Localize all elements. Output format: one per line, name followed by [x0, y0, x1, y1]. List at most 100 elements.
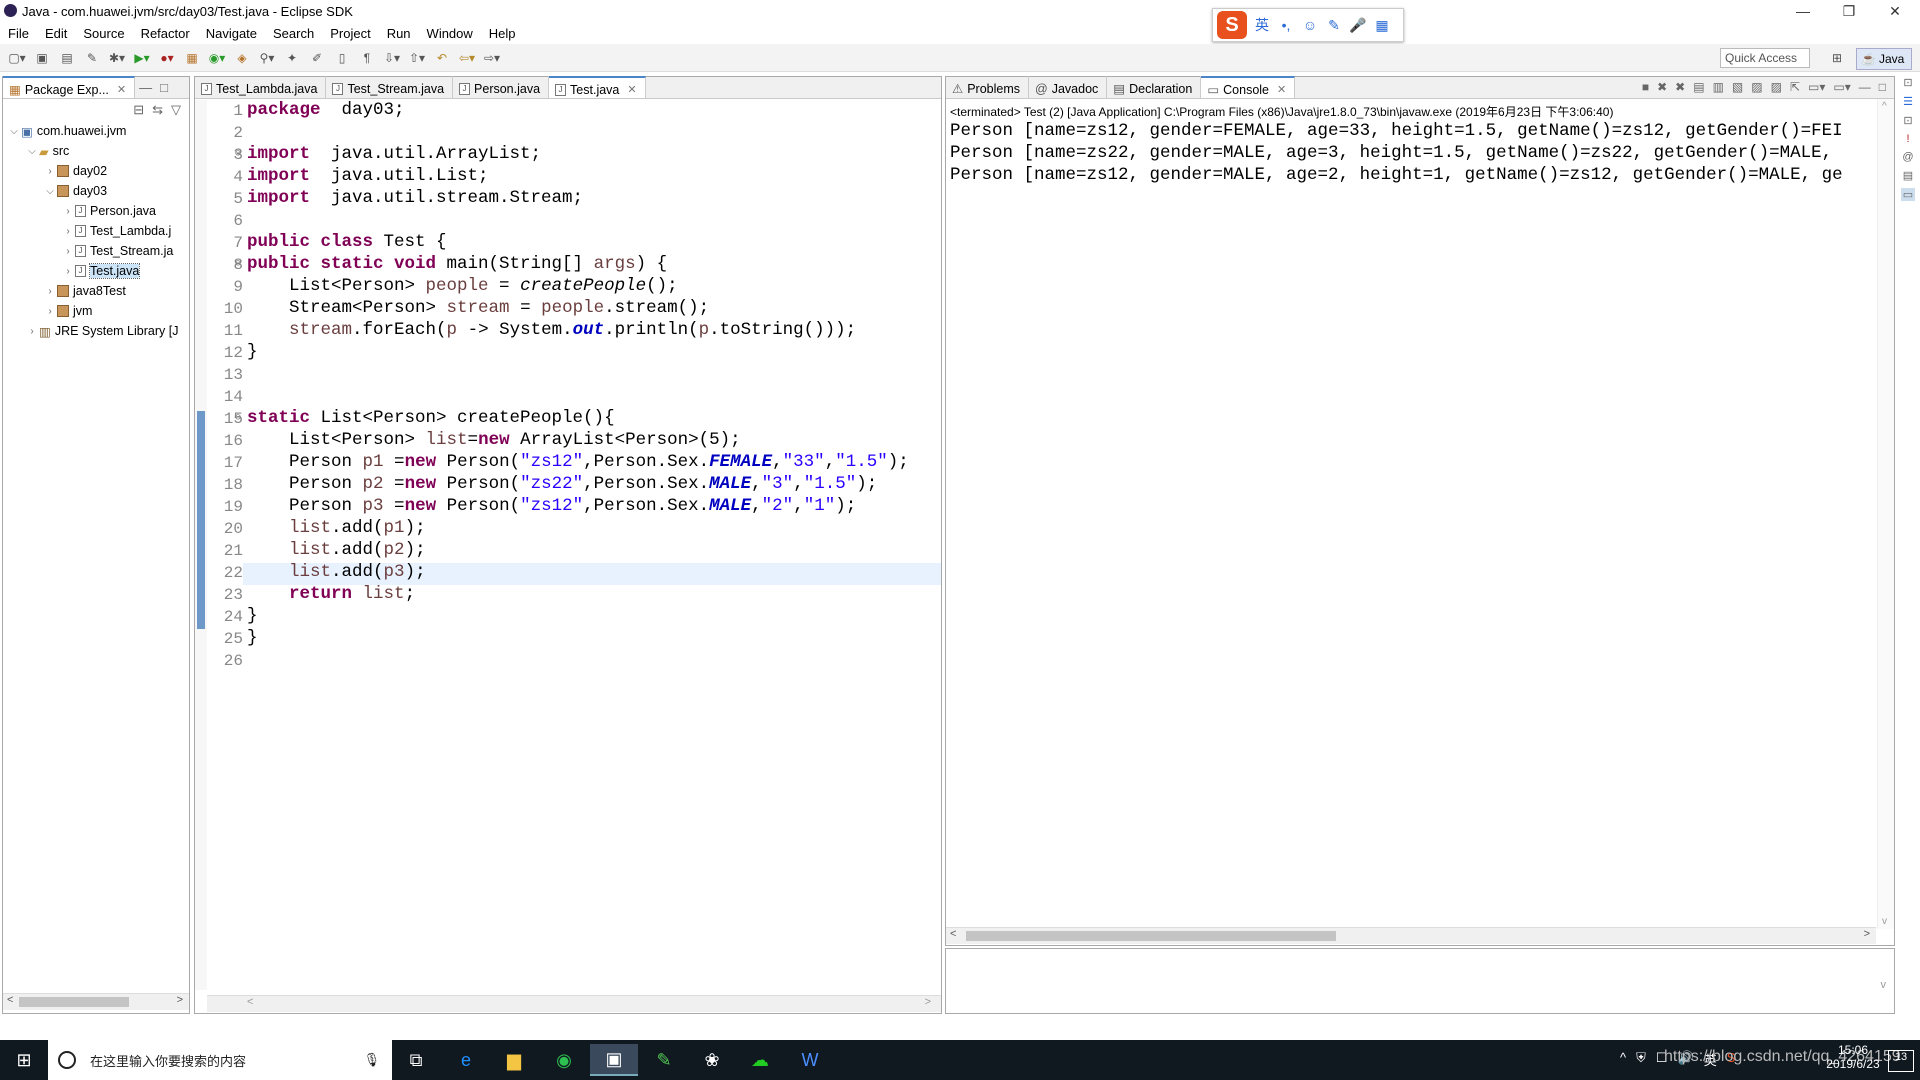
new-class-icon[interactable]: ◉▾	[206, 47, 228, 69]
console-horizontal-scrollbar[interactable]: < >	[946, 927, 1876, 944]
tray-chevron-icon[interactable]: ^	[1620, 1050, 1626, 1069]
tree-item[interactable]: › J Test.java	[61, 261, 141, 281]
run-icon[interactable]: ▶▾	[131, 47, 153, 69]
chevron-down-icon[interactable]: ⌵	[43, 186, 57, 197]
new-package-icon[interactable]: ▦	[181, 47, 203, 69]
maximize-view-icon[interactable]: □	[160, 80, 168, 95]
tree-item[interactable]: › J Person.java	[61, 201, 156, 221]
chevron-right-icon[interactable]: ›	[43, 306, 57, 317]
open-type-icon[interactable]: ◈	[231, 47, 253, 69]
next-annotation-icon[interactable]: ⇩▾	[381, 47, 403, 69]
restore-icon[interactable]: ⊡	[1903, 76, 1912, 89]
tree-item[interactable]: › jvm	[43, 301, 92, 321]
menu-refactor[interactable]: Refactor	[133, 26, 198, 41]
close-button[interactable]: ✕	[1872, 0, 1918, 22]
minimize-view-icon[interactable]: —	[1859, 80, 1871, 94]
chevron-right-icon[interactable]: ›	[61, 266, 75, 277]
tray-shield-icon[interactable]: ⛨	[1636, 1050, 1646, 1069]
close-icon[interactable]: ✕	[1277, 83, 1286, 96]
tree-item[interactable]: › ▥ JRE System Library [J	[25, 321, 178, 341]
chevron-right-icon[interactable]: ›	[61, 246, 75, 257]
tree-item[interactable]: › J Test_Stream.ja	[61, 241, 173, 261]
tab-problems[interactable]: ⚠ Problems	[946, 76, 1030, 98]
windows-start-icon[interactable]: ⊞	[0, 1044, 48, 1076]
javadoc-icon[interactable]: @	[1902, 151, 1913, 163]
punctuation-icon[interactable]: •,	[1277, 17, 1295, 33]
tab-editor-file[interactable]: J Person.java	[453, 76, 550, 98]
tab-console[interactable]: ▭ Console ✕	[1201, 76, 1296, 98]
save-icon[interactable]: ▣	[31, 47, 53, 69]
scroll-lock-icon[interactable]: ▤	[1693, 80, 1704, 94]
file-explorer-icon[interactable]: ▆	[490, 1044, 538, 1076]
pen-icon[interactable]: ✎	[1325, 17, 1343, 34]
show-stderr-icon[interactable]: ▨	[1771, 80, 1782, 94]
tree-item[interactable]: ⌵ ▣ com.huawei.jvm	[7, 121, 126, 141]
menu-file[interactable]: File	[0, 26, 37, 41]
grid-menu-icon[interactable]: ▦	[1373, 17, 1391, 34]
fold-icon[interactable]: ⊖	[235, 412, 241, 424]
maximize-view-icon[interactable]: □	[1879, 80, 1886, 94]
fold-icon[interactable]: ⊖	[235, 258, 241, 270]
chevron-down-icon[interactable]: ⌵	[25, 146, 39, 157]
annotation-icon[interactable]: ✦	[281, 47, 303, 69]
show-stdout-icon[interactable]: ▨	[1751, 80, 1762, 94]
microphone-icon[interactable]: 🎙	[363, 1052, 380, 1068]
clear-console-icon[interactable]: ▧	[1732, 80, 1743, 94]
editor-horizontal-scrollbar[interactable]: < >	[207, 995, 941, 1012]
open-perspective-icon[interactable]: ⊞	[1826, 47, 1848, 69]
forward-icon[interactable]: ⇨▾	[481, 47, 503, 69]
minimize-view-icon[interactable]: —	[139, 80, 152, 95]
last-edit-icon[interactable]: ↶	[431, 47, 453, 69]
remove-all-icon[interactable]: ✖	[1675, 80, 1685, 94]
outline-icon[interactable]: ☰	[1903, 95, 1913, 108]
problems-icon[interactable]: !	[1906, 133, 1909, 145]
close-icon[interactable]: ✕	[627, 83, 636, 96]
console-icon[interactable]: ▭	[1900, 188, 1916, 201]
toggle-mark-icon[interactable]: ✐	[306, 47, 328, 69]
horizontal-scrollbar[interactable]: < >	[3, 993, 189, 1010]
tab-editor-file[interactable]: J Test_Lambda.java	[195, 76, 327, 98]
tab-package-explorer[interactable]: ▦ Package Exp... ✕	[3, 76, 136, 98]
tree-item[interactable]: ⌵ day03	[43, 181, 107, 201]
menu-search[interactable]: Search	[265, 26, 322, 41]
pin-icon[interactable]: ✎	[81, 47, 103, 69]
collapse-all-icon[interactable]: ⊟	[133, 102, 144, 118]
terminate-icon[interactable]: ■	[1642, 80, 1649, 94]
view-menu-icon[interactable]: ▽	[171, 102, 181, 118]
emoji-icon[interactable]: ☺	[1301, 17, 1319, 33]
menu-project[interactable]: Project	[322, 26, 378, 41]
menu-window[interactable]: Window	[419, 26, 481, 41]
coverage-icon[interactable]: ●▾	[156, 47, 178, 69]
console-output[interactable]: Person [name=zs12, gender=FEMALE, age=33…	[946, 121, 1876, 891]
tree-item[interactable]: › java8Test	[43, 281, 125, 301]
prev-annotation-icon[interactable]: ⇧▾	[406, 47, 428, 69]
tab-javadoc[interactable]: @ Javadoc	[1029, 76, 1108, 98]
sogou-logo-icon[interactable]: S	[1217, 11, 1247, 39]
tab-editor-file[interactable]: J Test.java ✕	[549, 76, 646, 98]
notification-center-icon[interactable]: 13	[1888, 1050, 1914, 1072]
microphone-icon[interactable]: 🎤	[1349, 17, 1367, 34]
save-all-icon[interactable]: ▤	[56, 47, 78, 69]
edge-icon[interactable]: e	[442, 1044, 490, 1076]
close-icon[interactable]: ✕	[117, 83, 126, 96]
fold-icon[interactable]: ⊖	[235, 148, 241, 160]
clock[interactable]: 15:06 2019/6/23	[1818, 1043, 1888, 1071]
eclipse-taskbar-icon[interactable]: ▣	[590, 1044, 638, 1076]
wps-icon[interactable]: W	[786, 1044, 834, 1076]
chevron-right-icon[interactable]: ›	[61, 206, 75, 217]
task-view-icon[interactable]: ⧉	[392, 1044, 440, 1076]
chevron-right-icon[interactable]: ›	[61, 226, 75, 237]
menu-navigate[interactable]: Navigate	[198, 26, 265, 41]
link-editor-icon[interactable]: ⇆	[152, 102, 163, 118]
console-vertical-scrollbar[interactable]: ^ v	[1877, 99, 1894, 929]
tree-item[interactable]: ⌵ ▰ src	[25, 141, 69, 161]
ime-mode-toggle[interactable]: 英	[1253, 15, 1271, 35]
chevron-right-icon[interactable]: ›	[25, 326, 39, 337]
browser-icon[interactable]: ◉	[540, 1044, 588, 1076]
word-wrap-icon[interactable]: ▥	[1713, 80, 1724, 94]
wechat-icon[interactable]: ☁	[736, 1044, 784, 1076]
tab-editor-file[interactable]: J Test_Stream.java	[326, 76, 454, 98]
search-icon[interactable]: ⚲▾	[256, 47, 278, 69]
tab-declaration[interactable]: ▤ Declaration	[1107, 76, 1202, 98]
notepad-icon[interactable]: ✎	[640, 1044, 688, 1076]
